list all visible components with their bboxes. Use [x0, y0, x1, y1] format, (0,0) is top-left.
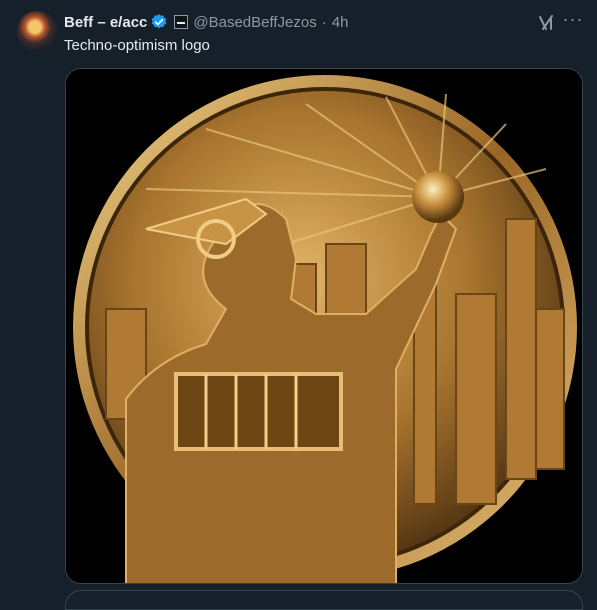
author-handle[interactable]: @BasedBeffJezos: [193, 14, 316, 31]
tweet-text: Techno-optimism logo: [64, 37, 210, 54]
tweet-time[interactable]: 4h: [332, 14, 349, 31]
avatar[interactable]: [17, 11, 57, 51]
tweet-header: Beff – e/acc @BasedBeffJezos · 4h: [64, 12, 348, 32]
tweet-media[interactable]: [65, 68, 583, 584]
affiliation-badge-icon[interactable]: [174, 15, 189, 29]
author-name[interactable]: Beff – e/acc: [64, 14, 147, 31]
separator-dot: ·: [321, 13, 327, 31]
verified-badge-icon[interactable]: [150, 13, 168, 31]
gold-medallion-image: [66, 69, 582, 583]
next-card-edge: [65, 590, 583, 610]
more-options-icon[interactable]: ···: [561, 10, 585, 35]
grok-icon[interactable]: [537, 13, 557, 33]
